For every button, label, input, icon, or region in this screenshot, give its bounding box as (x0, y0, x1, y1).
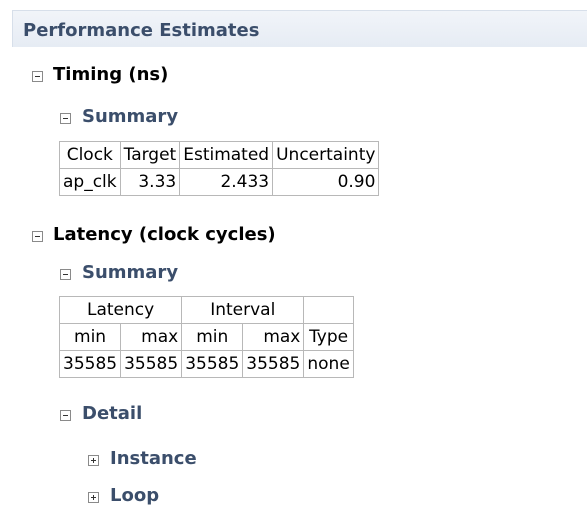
cell-type: none (303, 350, 354, 378)
column-header-interval-max: max (242, 323, 305, 351)
cell-interval-min: 35585 (181, 350, 244, 378)
cell-latency-max: 35585 (120, 350, 183, 378)
timing-section-title: Timing (ns) (53, 64, 169, 85)
page-title: Performance Estimates (23, 20, 260, 41)
detail-item-instance[interactable]: Instance (110, 448, 197, 469)
column-header-uncertainty: Uncertainty (272, 141, 380, 169)
group-header-interval: Interval (181, 296, 305, 324)
table-header-row: min max min max Type (58, 323, 354, 351)
collapse-latency-summary-icon[interactable] (60, 269, 71, 280)
expand-instance-icon[interactable] (88, 455, 99, 466)
group-header-empty (303, 296, 354, 324)
column-header-latency-min: min (58, 323, 122, 351)
timing-summary-table: Clock Target Estimated Uncertainty ap_cl… (59, 141, 380, 196)
column-header-target: Target (119, 141, 181, 169)
detail-item-loop[interactable]: Loop (110, 485, 159, 506)
collapse-timing-icon[interactable] (32, 71, 43, 82)
table-row: 35585 35585 35585 35585 none (58, 350, 354, 378)
column-header-clock: Clock (59, 141, 121, 169)
performance-estimates-header: Performance Estimates (12, 10, 587, 47)
timing-summary-title: Summary (82, 106, 179, 127)
collapse-latency-icon[interactable] (32, 231, 43, 242)
cell-uncertainty: 0.90 (272, 168, 380, 196)
cell-estimated: 2.433 (179, 168, 274, 196)
table-header-row: Clock Target Estimated Uncertainty (59, 141, 380, 169)
column-header-latency-max: max (120, 323, 183, 351)
latency-summary-title: Summary (82, 262, 179, 283)
cell-clock: ap_clk (59, 168, 121, 196)
column-header-estimated: Estimated (179, 141, 274, 169)
collapse-timing-summary-icon[interactable] (60, 113, 71, 124)
column-header-interval-min: min (181, 323, 244, 351)
cell-latency-min: 35585 (58, 350, 122, 378)
cell-target: 3.33 (119, 168, 181, 196)
table-row: ap_clk 3.33 2.433 0.90 (59, 168, 380, 196)
group-header-latency: Latency (58, 296, 183, 324)
expand-loop-icon[interactable] (88, 492, 99, 503)
latency-section-title: Latency (clock cycles) (53, 224, 276, 245)
table-group-header-row: Latency Interval (58, 296, 354, 324)
collapse-detail-icon[interactable] (60, 410, 71, 421)
latency-summary-table: Latency Interval min max min max Type 35… (58, 296, 354, 378)
column-header-type: Type (303, 323, 354, 351)
detail-title: Detail (82, 403, 143, 424)
cell-interval-max: 35585 (242, 350, 305, 378)
